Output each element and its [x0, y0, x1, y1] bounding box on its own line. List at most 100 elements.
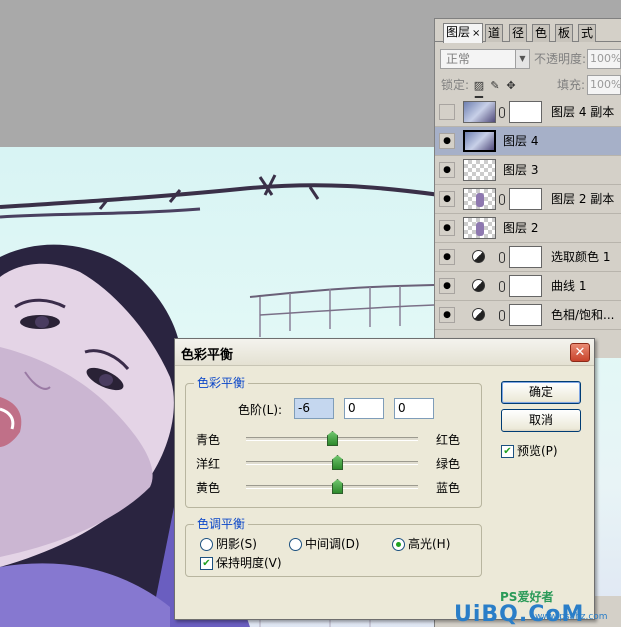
slider-right-label: 蓝色 — [436, 481, 461, 495]
panel-tabs: 图层 × 道 径 色 板 式 — [435, 19, 621, 43]
preserve-luminosity-label[interactable]: 保持明度(V) — [216, 556, 282, 571]
ok-button[interactable]: 确定 — [501, 381, 581, 404]
tab-styles[interactable]: 式 — [578, 24, 597, 42]
shadows-label[interactable]: 阴影(S) — [216, 537, 257, 552]
layer-row[interactable]: ● 选取颜色 1 — [435, 243, 621, 272]
layer-name: 图层 2 — [503, 221, 539, 235]
group-title: 色彩平衡 — [194, 376, 249, 390]
midtones-label[interactable]: 中间调(D) — [305, 537, 360, 552]
preview-checkbox[interactable]: ✔ — [501, 445, 514, 458]
tab-color[interactable]: 色 — [532, 24, 551, 42]
fill-label: 填充: — [557, 78, 586, 92]
eye-icon[interactable]: ● — [439, 191, 455, 207]
eye-icon[interactable]: ● — [439, 249, 455, 265]
tab-channels[interactable]: 道 — [485, 24, 504, 42]
layer-row[interactable]: ● 图层 2 — [435, 214, 621, 243]
group-title: 色调平衡 — [194, 517, 249, 531]
shadows-radio[interactable] — [200, 538, 213, 551]
level-yellow-blue-field[interactable]: 0 — [394, 398, 434, 419]
layer-thumbnail — [463, 159, 496, 181]
layer-name: 曲线 1 — [551, 279, 587, 293]
layer-row[interactable]: ● 图层 4 副本 — [435, 98, 621, 127]
layer-row[interactable]: ● 色相/饱和... — [435, 301, 621, 330]
dialog-titlebar[interactable]: 色彩平衡 ✕ — [175, 339, 594, 366]
fill-field[interactable]: 100% — [587, 75, 621, 95]
layer-name: 图层 4 副本 — [551, 105, 615, 119]
layer-thumbnail — [463, 217, 496, 239]
close-button[interactable]: ✕ — [570, 343, 590, 362]
preserve-luminosity-checkbox[interactable]: ✔ — [200, 557, 213, 570]
close-tab-icon[interactable]: × — [472, 28, 480, 39]
eye-icon[interactable]: ● — [439, 104, 455, 120]
adjustment-layer-icon — [472, 279, 485, 292]
eye-icon[interactable]: ● — [439, 278, 455, 294]
layer-mask-thumbnail — [509, 275, 542, 297]
opacity-label: 不透明度: — [534, 52, 587, 66]
layer-row[interactable]: ● 图层 4 — [435, 127, 621, 156]
link-icon[interactable] — [499, 107, 505, 118]
layer-thumbnail — [463, 130, 496, 152]
slider-thumb[interactable] — [327, 431, 338, 446]
layer-row[interactable]: ● 图层 2 副本 — [435, 185, 621, 214]
tab-paths[interactable]: 径 — [509, 24, 528, 42]
highlights-radio[interactable] — [392, 538, 405, 551]
layer-mask-thumbnail — [509, 246, 542, 268]
magenta-green-slider[interactable]: 洋红 绿色 — [186, 453, 476, 473]
layers-panel: 图层× 道 径 色 板 式 正常 ▼ 不透明度: 100% 锁定: ▨✎✥■ 填… — [434, 18, 621, 358]
cancel-button[interactable]: 取消 — [501, 409, 581, 432]
layer-name: 色相/饱和... — [551, 308, 615, 322]
highlights-label[interactable]: 高光(H) — [408, 537, 450, 552]
level-magenta-green-field[interactable]: 0 — [344, 398, 384, 419]
layer-name: 选取颜色 1 — [551, 250, 611, 264]
chevron-down-icon: ▼ — [515, 50, 529, 68]
opacity-field[interactable]: 100% — [587, 49, 621, 69]
layer-thumbnail — [463, 188, 496, 210]
link-icon[interactable] — [499, 252, 505, 263]
layer-row[interactable]: ● 曲线 1 — [435, 272, 621, 301]
eye-icon[interactable]: ● — [439, 220, 455, 236]
blend-mode-select[interactable]: 正常 ▼ — [440, 49, 530, 69]
level-cyan-red-field[interactable]: -6 — [294, 398, 334, 419]
slider-track[interactable] — [246, 455, 418, 470]
yellow-blue-slider[interactable]: 黄色 蓝色 — [186, 477, 476, 497]
tab-swatches[interactable]: 板 — [555, 24, 574, 42]
slider-left-label: 洋红 — [196, 457, 221, 471]
slider-thumb[interactable] — [332, 479, 343, 494]
blend-opacity-row: 正常 ▼ 不透明度: 100% — [435, 46, 621, 72]
dialog-title: 色彩平衡 — [181, 348, 234, 363]
layer-mask-thumbnail — [509, 188, 542, 210]
eye-icon[interactable]: ● — [439, 162, 455, 178]
tab-layers-label: 图层 — [446, 25, 471, 39]
lock-transparency-icon[interactable]: ▨ — [473, 80, 485, 92]
lock-fill-row: 锁定: ▨✎✥■ 填充: 100% — [435, 72, 621, 106]
tone-balance-group: 色调平衡 阴影(S) 中间调(D) 高光(H) ✔ 保持明度(V) — [185, 517, 482, 577]
levels-label: 色阶(L): — [238, 403, 283, 417]
layer-name: 图层 4 — [503, 134, 539, 148]
eye-icon[interactable]: ● — [439, 133, 455, 149]
preview-label[interactable]: 预览(P) — [517, 444, 558, 459]
midtones-radio[interactable] — [289, 538, 302, 551]
link-icon[interactable] — [499, 281, 505, 292]
layer-mask-thumbnail — [509, 101, 542, 123]
blend-mode-value: 正常 — [446, 52, 471, 66]
layer-row[interactable]: ● 图层 3 — [435, 156, 621, 185]
slider-thumb[interactable] — [332, 455, 343, 470]
layer-name: 图层 3 — [503, 163, 539, 177]
color-balance-group: 色彩平衡 色阶(L): -6 0 0 青色 红色 洋红 绿色 黄色 蓝色 — [185, 376, 482, 508]
link-icon[interactable] — [499, 310, 505, 321]
slider-right-label: 红色 — [436, 433, 461, 447]
slider-track[interactable] — [246, 479, 418, 494]
lock-move-icon[interactable]: ✥ — [505, 80, 517, 92]
slider-right-label: 绿色 — [436, 457, 461, 471]
slider-track[interactable] — [246, 431, 418, 446]
layer-mask-thumbnail — [509, 304, 542, 326]
link-icon[interactable] — [499, 194, 505, 205]
eye-icon[interactable]: ● — [439, 307, 455, 323]
tab-layers[interactable]: 图层 × — [443, 23, 484, 43]
lock-brush-icon[interactable]: ✎ — [489, 80, 501, 92]
color-balance-dialog: 色彩平衡 ✕ 色彩平衡 色阶(L): -6 0 0 青色 红色 洋红 绿色 黄色 — [174, 338, 595, 620]
lock-label: 锁定: — [441, 78, 470, 92]
lock-icons: ▨✎✥■ — [473, 78, 533, 106]
cyan-red-slider[interactable]: 青色 红色 — [186, 429, 476, 449]
layer-thumbnail — [463, 101, 496, 123]
